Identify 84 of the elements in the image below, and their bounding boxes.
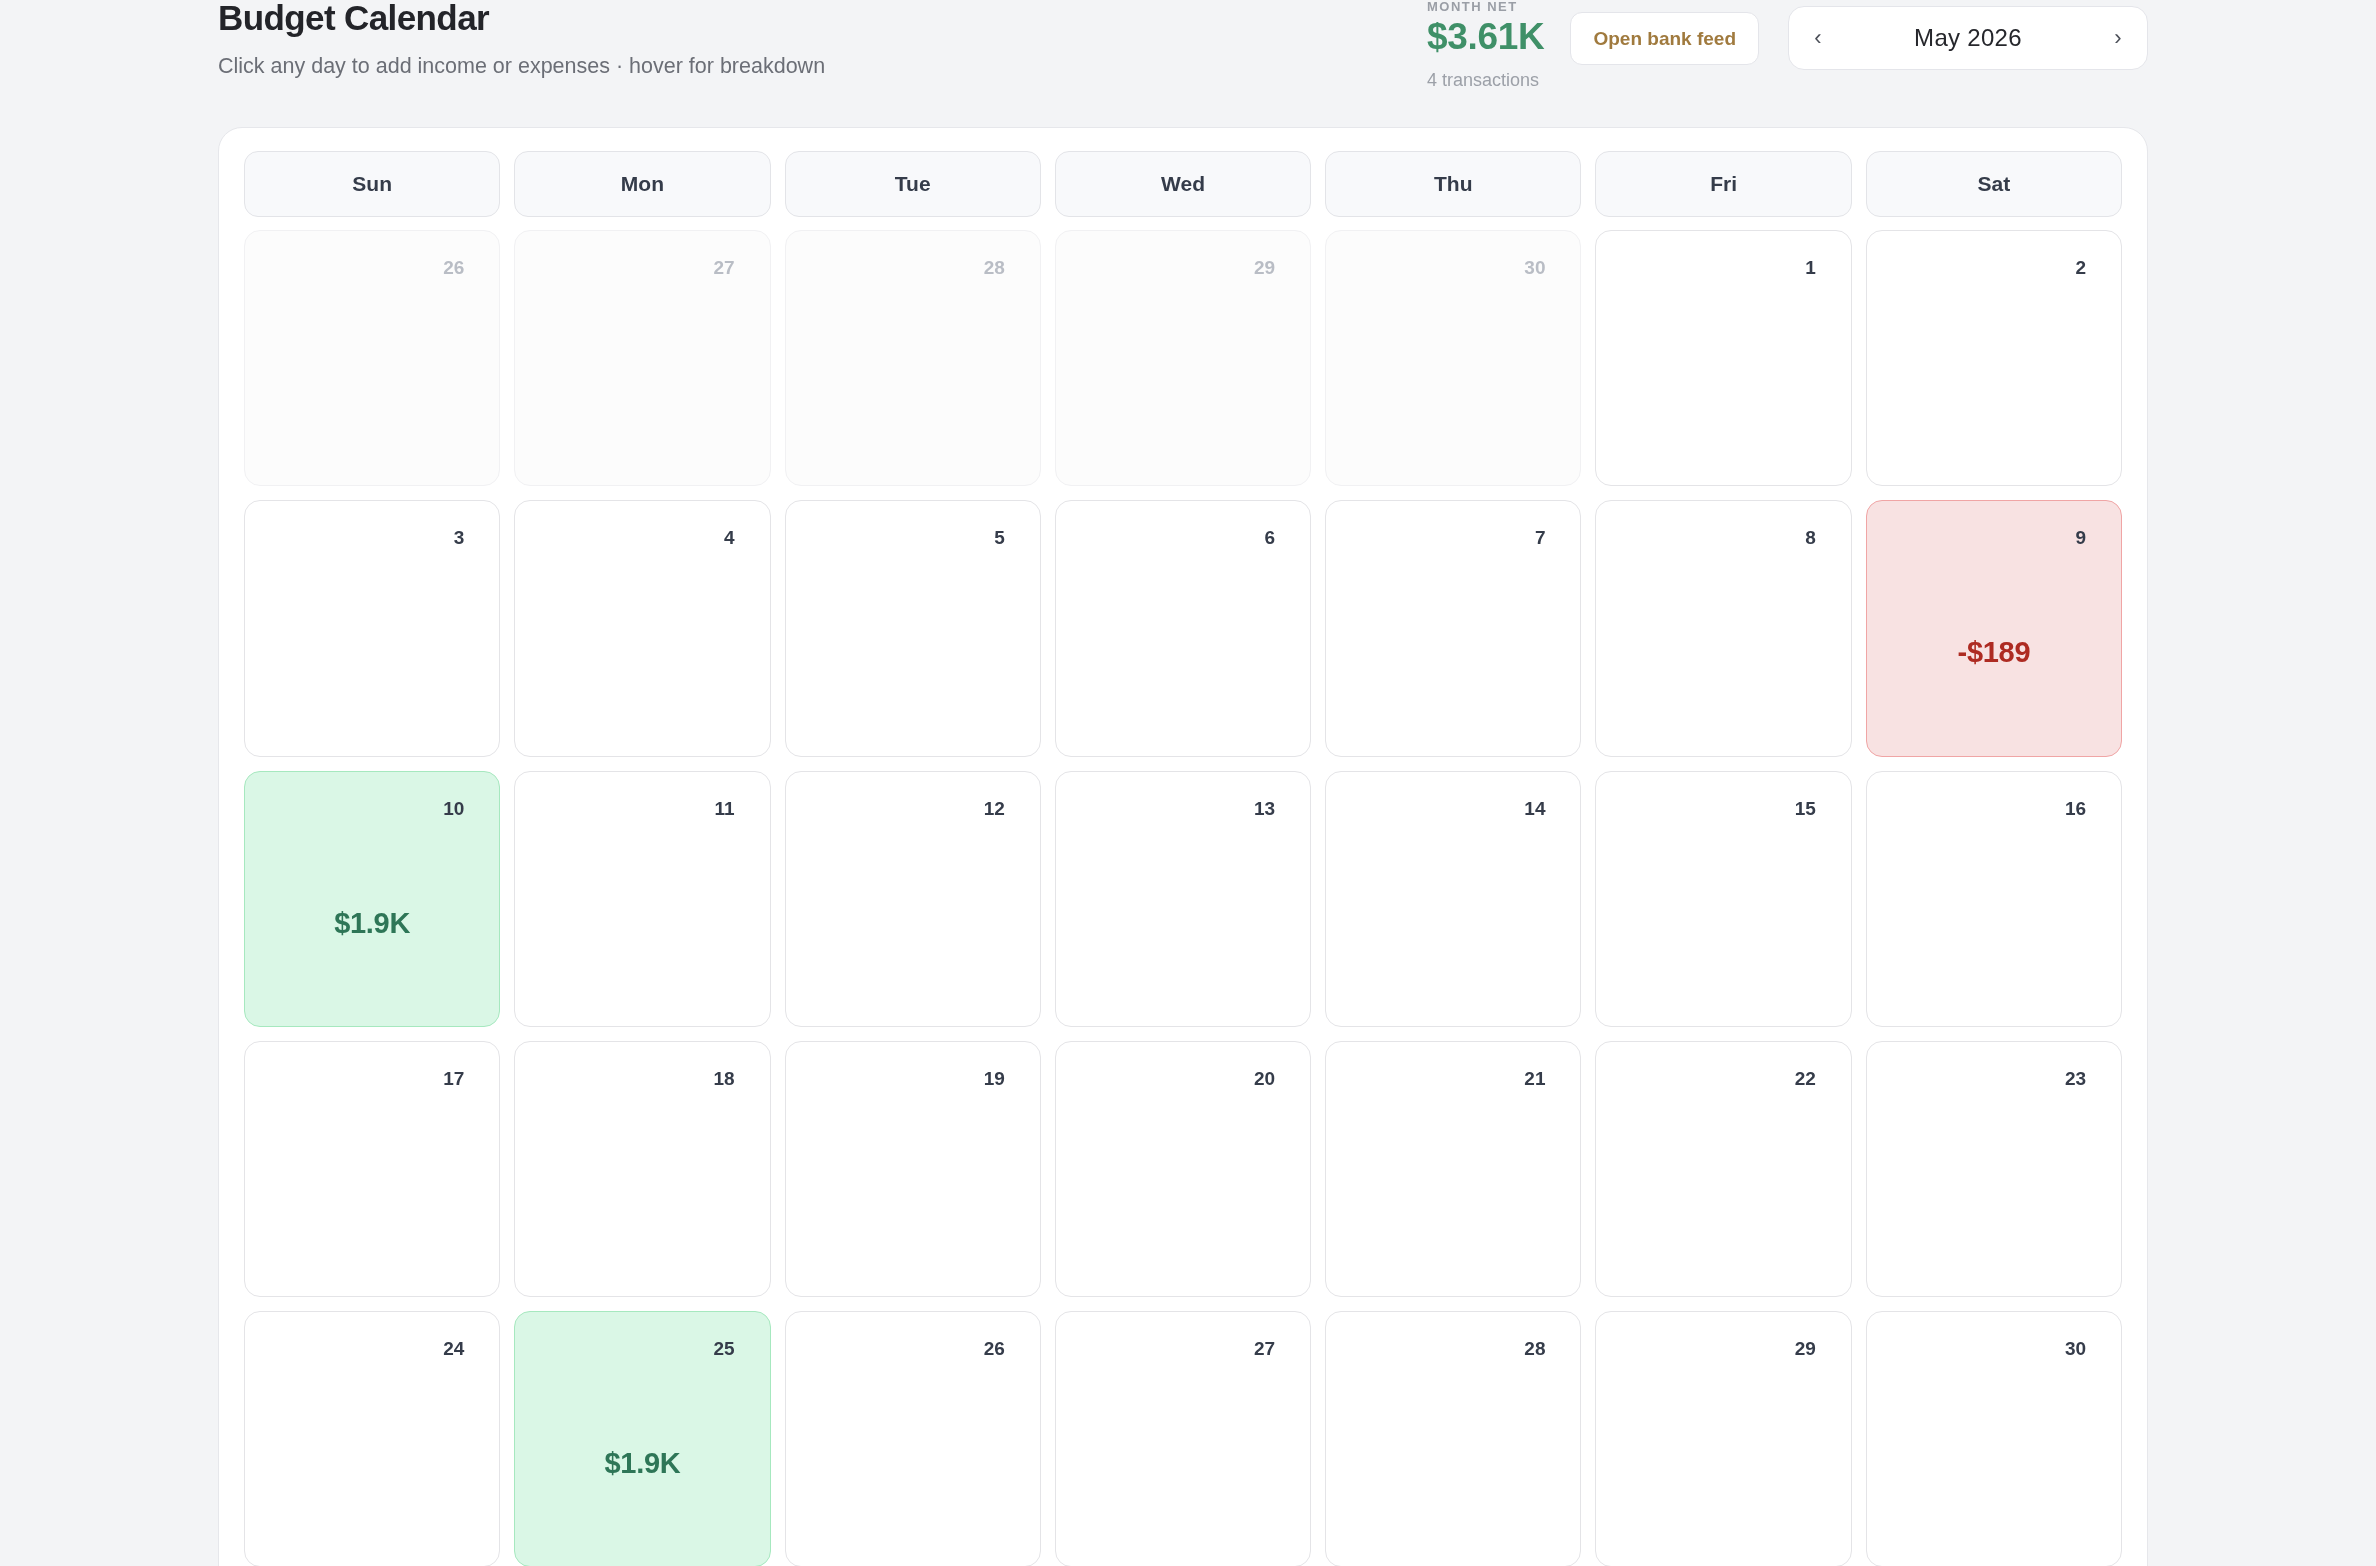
day-number: 16 [2064, 796, 2087, 821]
day-cell[interactable]: 19 [784, 1040, 1041, 1298]
weekday-header: Sat [1865, 151, 2122, 217]
month-net-value: $3.61K [1426, 17, 1545, 57]
day-number: 14 [1524, 796, 1546, 821]
day-cell[interactable]: 5 [784, 500, 1041, 757]
day-cell[interactable]: 26 [784, 1311, 1041, 1566]
day-number: 29 [1794, 1337, 1816, 1362]
day-cell[interactable]: 10 $1.9K [244, 770, 501, 1027]
weekday-header: Fri [1595, 151, 1852, 217]
weekday-header: Sun [244, 151, 501, 217]
day-cell[interactable]: 24 [244, 1311, 501, 1566]
day-number: 21 [1524, 1066, 1546, 1091]
month-label: May 2026 [1914, 24, 2022, 52]
day-number: 23 [2064, 1066, 2087, 1091]
day-number: 22 [1794, 1066, 1816, 1091]
day-cell[interactable]: 11 [514, 770, 771, 1027]
day-cell[interactable]: 23 [1865, 1040, 2123, 1298]
day-number: 7 [1534, 526, 1546, 551]
open-bank-feed-button[interactable]: Open bank feed [1570, 12, 1759, 65]
weekday-header: Wed [1054, 151, 1312, 217]
day-cell[interactable]: 21 [1325, 1040, 1582, 1298]
day-number: 24 [443, 1337, 465, 1362]
day-cell[interactable]: 15 [1595, 770, 1852, 1027]
day-cell[interactable]: 2 [1865, 230, 2123, 487]
day-number: 3 [453, 526, 465, 551]
day-cell[interactable]: 14 [1325, 770, 1582, 1027]
page-subtitle: Click any day to add income or expenses · hover for breakdown [218, 53, 826, 79]
weekday-header: Mon [514, 151, 771, 217]
day-total: $1.9K [604, 1447, 681, 1481]
day-number: 2 [2075, 256, 2087, 280]
day-cell[interactable]: 28 [1325, 1311, 1582, 1566]
weekday-header: Thu [1325, 151, 1582, 217]
day-number: 4 [724, 526, 735, 551]
day-number: 13 [1254, 796, 1276, 821]
day-number: 25 [713, 1337, 735, 1362]
transaction-count: 4 transactions [1426, 70, 1539, 90]
page-title: Budget Calendar [218, 0, 490, 39]
day-cell[interactable]: 17 [244, 1040, 501, 1298]
day-number: 29 [1254, 256, 1276, 280]
day-number: 26 [443, 256, 465, 280]
day-cell[interactable]: 9 -$189 [1865, 500, 2123, 757]
day-number: 5 [994, 526, 1005, 551]
weekday-header: Tue [784, 151, 1041, 217]
day-cell[interactable]: 1 [1595, 230, 1852, 487]
day-number: 6 [1264, 526, 1276, 551]
day-number: 27 [1254, 1337, 1276, 1362]
day-number: 10 [443, 796, 465, 821]
summary-label: MONTH NET [1426, 0, 1518, 14]
day-number: 18 [713, 1066, 735, 1091]
day-cell[interactable]: 7 [1325, 500, 1582, 757]
day-cell[interactable]: 6 [1054, 500, 1312, 757]
day-total: -$189 [1957, 636, 2031, 670]
day-number: 9 [2075, 526, 2087, 551]
day-number: 28 [1524, 1337, 1546, 1362]
day-cell[interactable]: 30 [1865, 1311, 2123, 1566]
previous-month-button[interactable]: ‹ [1803, 20, 1833, 56]
next-month-button[interactable]: › [2103, 20, 2133, 56]
day-number: 12 [983, 796, 1005, 821]
day-number: 19 [983, 1066, 1005, 1091]
day-number: 28 [983, 256, 1005, 280]
day-number: 30 [2064, 1337, 2087, 1362]
day-number: 11 [714, 796, 735, 821]
day-cell[interactable]: 3 [244, 500, 501, 757]
day-number: 15 [1794, 796, 1816, 821]
day-cell[interactable]: 22 [1595, 1040, 1852, 1298]
day-number: 1 [1805, 256, 1816, 280]
day-number: 17 [443, 1066, 465, 1091]
day-cell[interactable]: 18 [514, 1040, 771, 1298]
day-cell[interactable]: 29 [1595, 1311, 1852, 1566]
day-number: 20 [1254, 1066, 1276, 1091]
day-number: 8 [1805, 526, 1816, 551]
day-cell[interactable]: 13 [1054, 770, 1312, 1027]
day-cell[interactable]: 8 [1595, 500, 1852, 757]
day-cell[interactable]: 12 [784, 770, 1041, 1027]
day-number: 30 [1524, 256, 1546, 280]
day-cell[interactable]: 25 $1.9K [514, 1311, 771, 1566]
day-number: 26 [983, 1337, 1005, 1362]
day-cell[interactable]: 20 [1054, 1040, 1312, 1298]
day-number: 27 [713, 256, 735, 280]
day-total: $1.9K [334, 906, 411, 940]
day-cell[interactable]: 4 [514, 500, 771, 757]
day-cell[interactable]: 16 [1865, 770, 2123, 1027]
day-cell[interactable]: 27 [1054, 1311, 1312, 1566]
